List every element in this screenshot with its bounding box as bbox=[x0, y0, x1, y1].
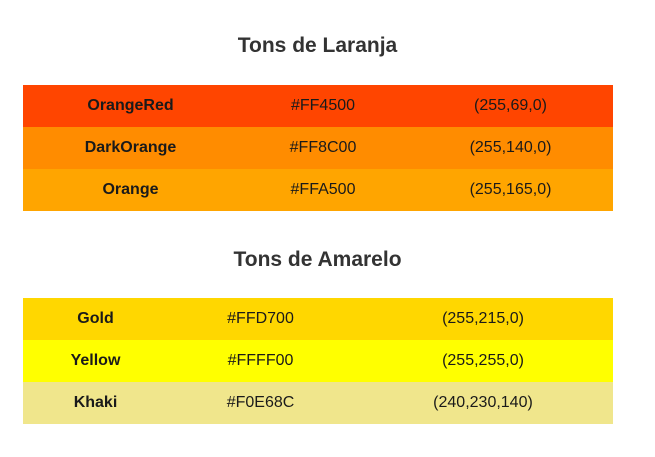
color-name: Yellow bbox=[70, 352, 121, 369]
orange-section-title: Tons de Laranja bbox=[237, 34, 398, 57]
color-name: Gold bbox=[77, 310, 114, 327]
yellow-color-table: Gold #FFD700 (255,215,0) Yellow #FFFF00 … bbox=[23, 298, 613, 424]
color-hex: #FFD700 bbox=[227, 310, 294, 327]
table-row: DarkOrange #FF8C00 (255,140,0) bbox=[23, 127, 613, 169]
color-name: Orange bbox=[102, 181, 159, 198]
color-name: DarkOrange bbox=[84, 139, 177, 156]
yellow-section-title: Tons de Amarelo bbox=[233, 248, 402, 271]
color-hex: #FFFF00 bbox=[227, 352, 294, 369]
table-row: OrangeRed #FF4500 (255,69,0) bbox=[23, 85, 613, 127]
table-row: Yellow #FFFF00 (255,255,0) bbox=[23, 340, 613, 382]
color-rgb: (255,215,0) bbox=[442, 310, 524, 327]
table-row: Khaki #F0E68C (240,230,140) bbox=[23, 382, 613, 424]
color-hex: #FF8C00 bbox=[289, 139, 357, 156]
color-rgb: (240,230,140) bbox=[433, 394, 533, 411]
color-hex: #FFA500 bbox=[290, 181, 356, 198]
table-row: Gold #FFD700 (255,215,0) bbox=[23, 298, 613, 340]
table-row: Orange #FFA500 (255,165,0) bbox=[23, 169, 613, 211]
color-rgb: (255,165,0) bbox=[469, 181, 552, 198]
color-name: Khaki bbox=[73, 394, 118, 411]
color-name: OrangeRed bbox=[87, 97, 174, 114]
color-rgb: (255,69,0) bbox=[474, 97, 547, 114]
color-rgb: (255,140,0) bbox=[469, 139, 552, 156]
color-rgb: (255,255,0) bbox=[442, 352, 524, 369]
orange-color-table: OrangeRed #FF4500 (255,69,0) DarkOrange … bbox=[23, 85, 613, 211]
color-hex: #F0E68C bbox=[226, 394, 295, 411]
color-hex: #FF4500 bbox=[290, 97, 356, 114]
